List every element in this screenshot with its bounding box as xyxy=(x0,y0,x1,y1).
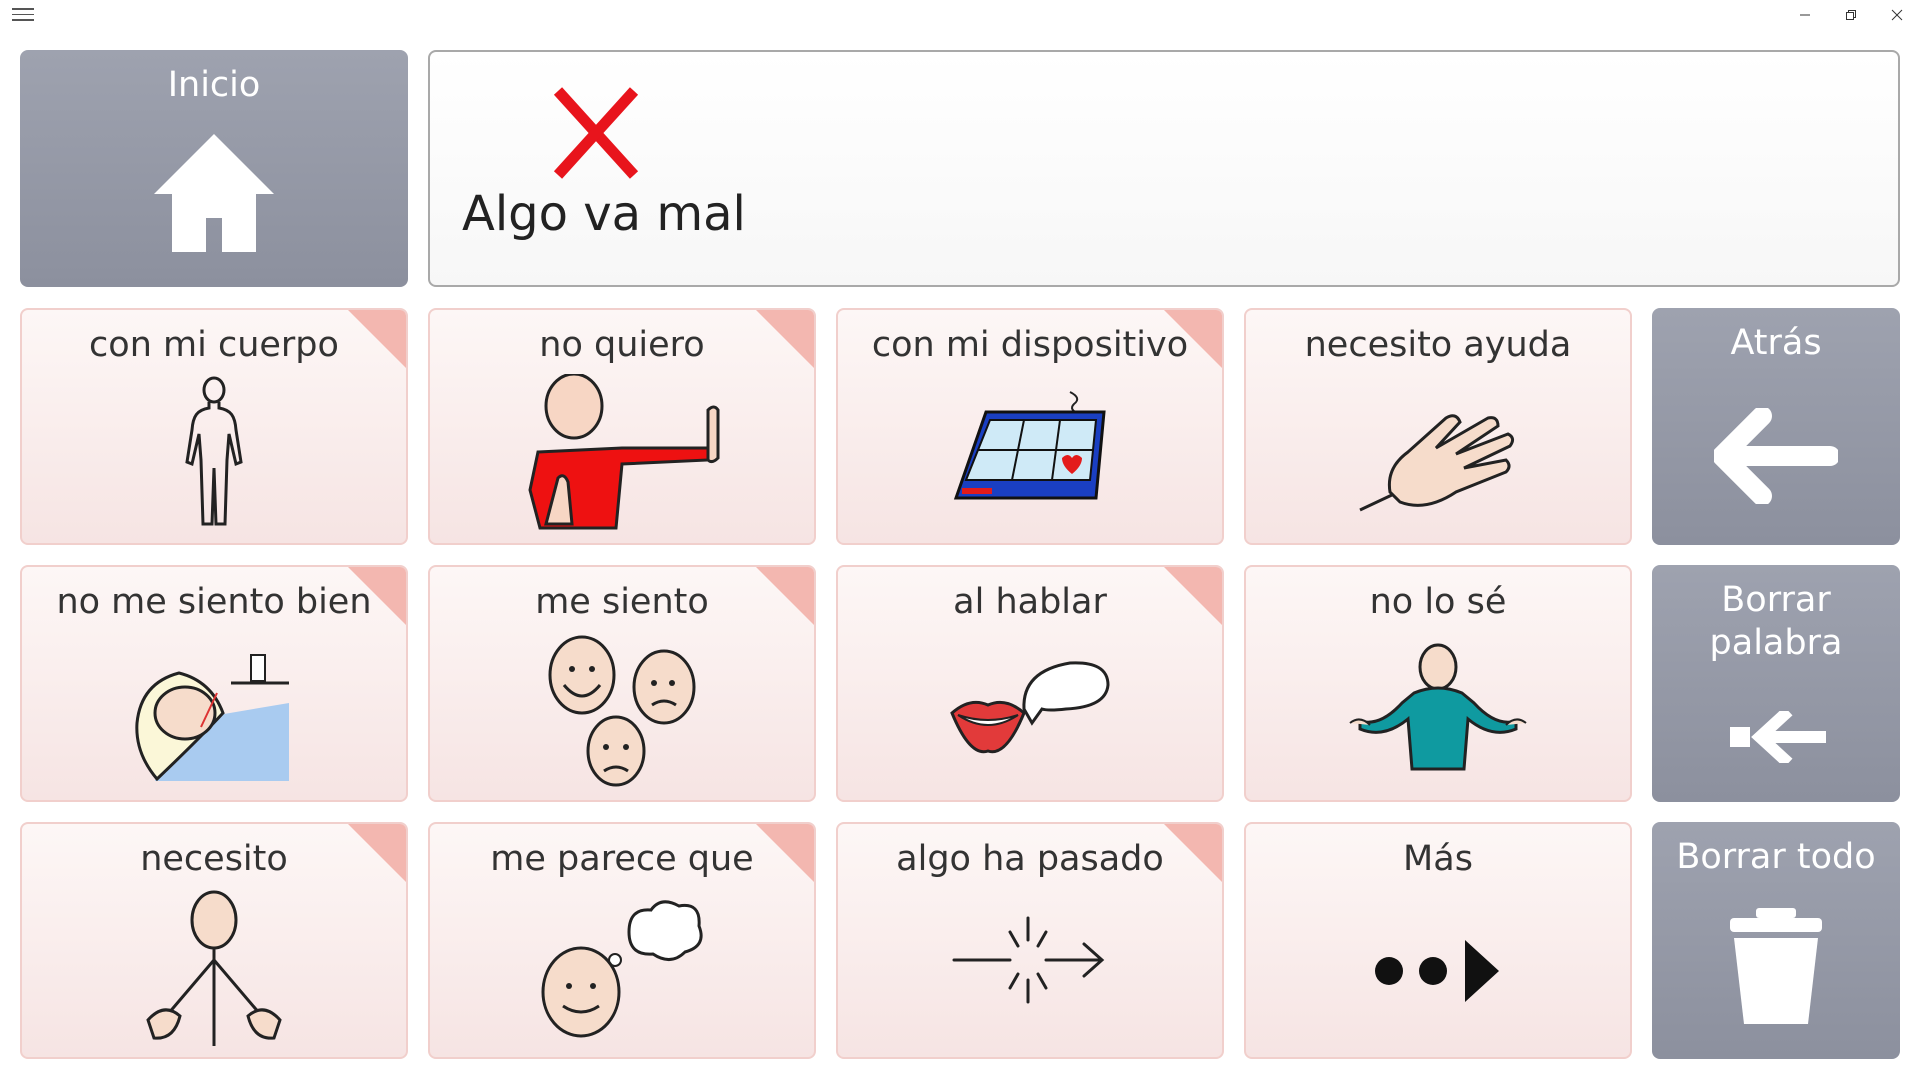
tile-label: algo ha pasado xyxy=(896,839,1164,879)
back-button[interactable]: Atrás xyxy=(1652,308,1900,545)
tile-con-mi-cuerpo[interactable]: con mi cuerpo xyxy=(20,308,408,545)
event-happened-icon xyxy=(952,916,1105,1004)
tile-label: necesito ayuda xyxy=(1304,325,1572,365)
tile-label: me siento xyxy=(535,582,709,622)
delete-word-button[interactable]: Borrar palabra xyxy=(1652,565,1900,802)
tile-label: no quiero xyxy=(539,325,705,365)
shrugging-person-icon xyxy=(1349,643,1527,771)
feelings-faces-icon xyxy=(548,635,696,787)
tile-no-lo-se[interactable]: no lo sé xyxy=(1244,565,1632,802)
tile-label: al hablar xyxy=(953,582,1107,622)
person-stop-gesture-icon xyxy=(528,374,720,530)
more-dots-arrow-icon xyxy=(1375,940,1499,1002)
tile-label: no me siento bien xyxy=(56,582,372,622)
home-label: Inicio xyxy=(167,65,261,105)
tile-label: necesito xyxy=(140,839,288,879)
delete-word-label-line1: Borrar xyxy=(1721,580,1831,620)
human-body-icon xyxy=(185,376,243,526)
tile-label: me parece que xyxy=(490,839,754,879)
delete-all-button[interactable]: Borrar todo xyxy=(1652,822,1900,1059)
house-icon xyxy=(154,134,274,252)
tile-al-hablar[interactable]: al hablar xyxy=(836,565,1224,802)
tile-label: con mi dispositivo xyxy=(871,325,1189,365)
message-bar[interactable]: Algo va mal xyxy=(428,50,1900,287)
tile-no-quiero[interactable]: no quiero xyxy=(428,308,816,545)
delete-word-label: Borrar palabra xyxy=(1652,579,1900,665)
close-icon[interactable] xyxy=(1874,0,1920,30)
arrow-left-icon xyxy=(1714,408,1838,504)
tile-con-mi-dispositivo[interactable]: con mi dispositivo xyxy=(836,308,1224,545)
delete-all-label: Borrar todo xyxy=(1676,837,1876,877)
back-label: Atrás xyxy=(1730,323,1822,363)
backspace-arrow-icon xyxy=(1730,711,1826,763)
thinking-face-icon xyxy=(541,900,703,1038)
helping-hand-icon xyxy=(1359,414,1515,512)
tile-no-me-siento-bien[interactable]: no me siento bien xyxy=(20,565,408,802)
delete-word-label-line2: palabra xyxy=(1709,623,1843,663)
red-x-icon xyxy=(553,87,639,179)
tile-necesito-ayuda[interactable]: necesito ayuda xyxy=(1244,308,1632,545)
tile-label: con mi cuerpo xyxy=(89,325,339,365)
home-button[interactable]: Inicio xyxy=(20,50,408,287)
speaking-mouth-icon xyxy=(950,661,1110,754)
needing-person-icon xyxy=(146,890,282,1046)
restore-icon[interactable] xyxy=(1828,0,1874,30)
tile-necesito[interactable]: necesito xyxy=(20,822,408,1059)
tile-label: Más xyxy=(1403,839,1473,879)
message-text: Algo va mal xyxy=(462,186,746,242)
sick-in-bed-icon xyxy=(135,654,289,782)
tile-algo-ha-pasado[interactable]: algo ha pasado xyxy=(836,822,1224,1059)
trash-can-icon xyxy=(1730,908,1822,1024)
tile-me-parece-que[interactable]: me parece que xyxy=(428,822,816,1059)
hamburger-menu-icon[interactable] xyxy=(12,8,34,22)
tile-me-siento[interactable]: me siento xyxy=(428,565,816,802)
tile-mas[interactable]: Más xyxy=(1244,822,1632,1059)
title-bar xyxy=(0,0,1920,30)
minimize-icon[interactable] xyxy=(1782,0,1828,30)
communication-device-icon xyxy=(953,391,1106,500)
tile-label: no lo sé xyxy=(1369,582,1507,622)
